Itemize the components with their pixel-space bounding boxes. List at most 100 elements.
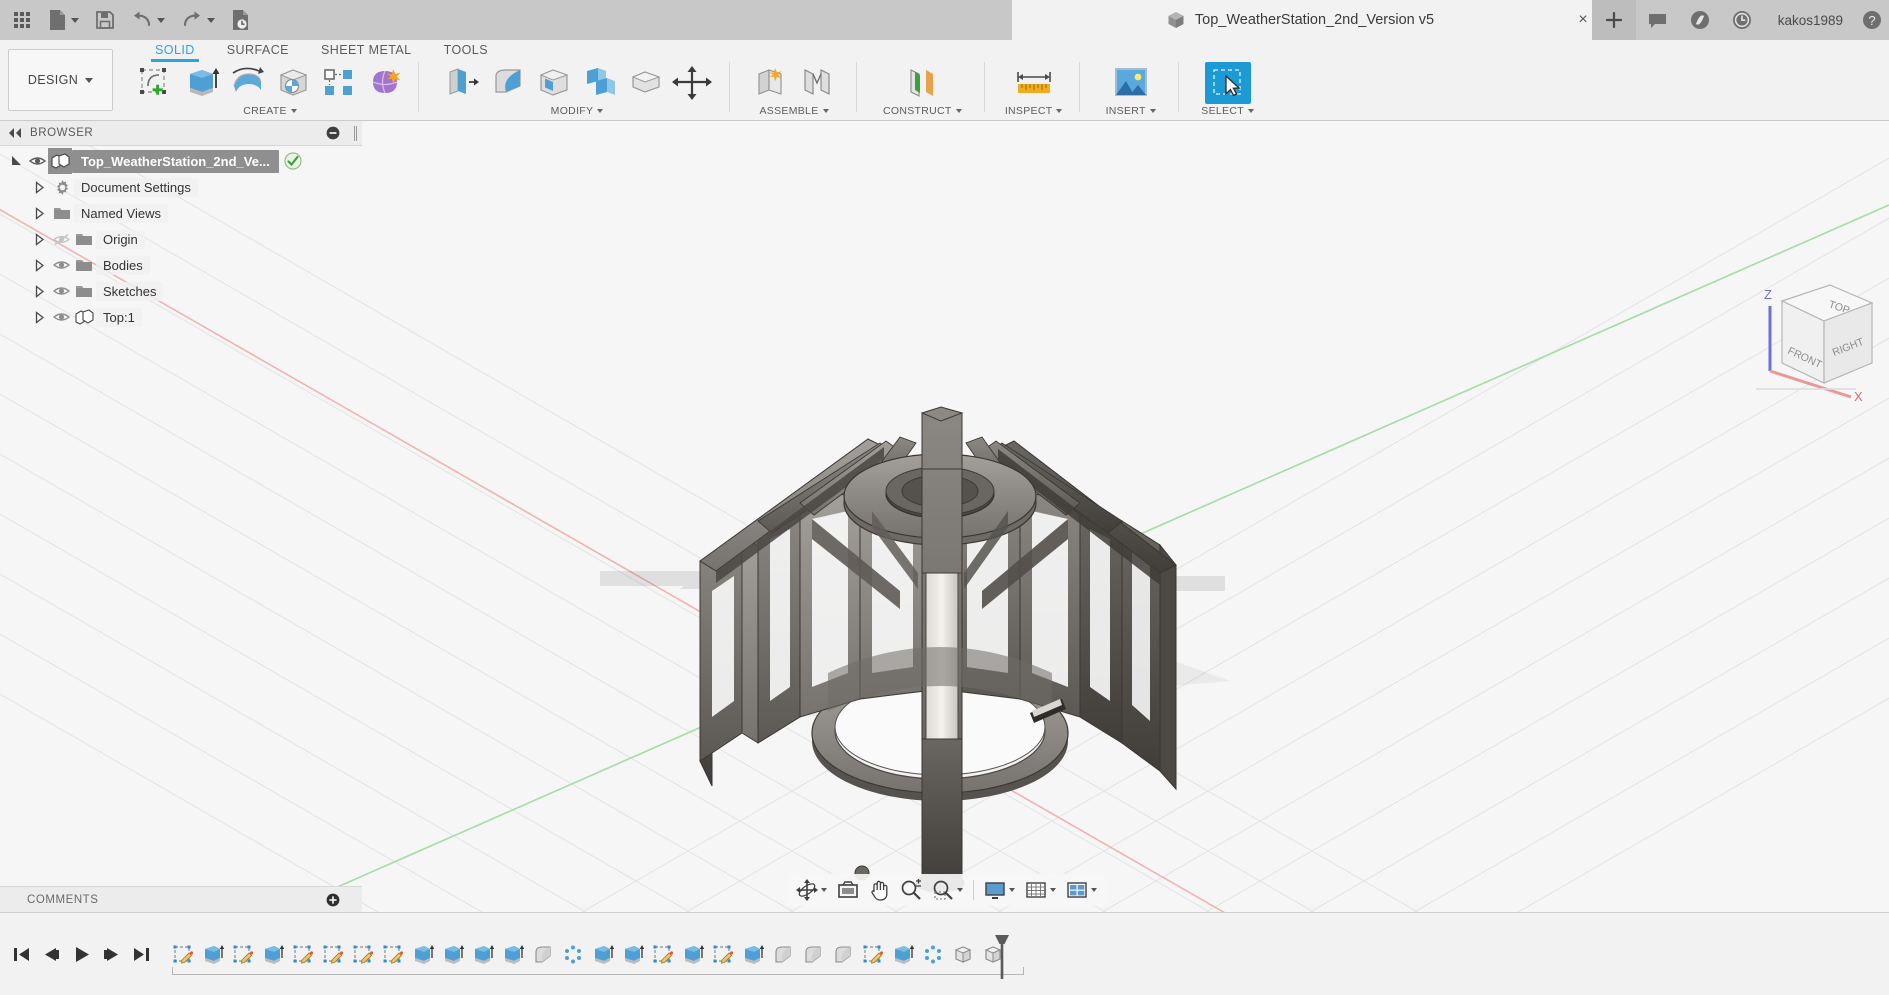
expand-arrow-icon[interactable]	[30, 252, 50, 278]
file-history-button[interactable]	[223, 0, 258, 40]
expand-arrow-icon[interactable]	[30, 304, 50, 330]
viewports-button[interactable]	[1061, 875, 1102, 905]
new-file-button[interactable]	[40, 0, 87, 40]
fit-button[interactable]	[927, 875, 968, 905]
modify-group-label[interactable]: MODIFY	[551, 105, 604, 117]
help-button[interactable]: ?	[1859, 0, 1885, 40]
timeline-feature-sketch[interactable]	[858, 938, 888, 972]
select-group-label[interactable]: SELECT	[1201, 105, 1254, 117]
grid-snaps-button[interactable]	[1020, 875, 1061, 905]
play-forward-button[interactable]	[66, 938, 96, 972]
new-tab-button[interactable]	[1592, 0, 1636, 40]
tree-node-document-settings[interactable]: Document Settings	[0, 174, 362, 200]
comments-panel[interactable]: COMMENTS	[0, 886, 362, 912]
timeline-feature-extrude[interactable]	[408, 938, 438, 972]
zoom-button[interactable]	[895, 875, 927, 905]
timeline-feature-pattern[interactable]	[918, 938, 948, 972]
orbit-button[interactable]	[791, 875, 832, 905]
press-pull-button[interactable]	[439, 62, 485, 104]
combine-button[interactable]	[577, 62, 623, 104]
timeline-feature-sketch[interactable]	[708, 938, 738, 972]
expand-arrow-icon[interactable]	[30, 200, 50, 226]
construct-group-label[interactable]: CONSTRUCT	[883, 105, 962, 117]
timeline-feature-sketch[interactable]	[378, 938, 408, 972]
expand-arrow-icon[interactable]	[30, 174, 50, 200]
fillet-button[interactable]	[485, 62, 531, 104]
workspace-switcher[interactable]: DESIGN	[8, 49, 113, 111]
timeline-feature-fillet[interactable]	[798, 938, 828, 972]
browser-minimize-button[interactable]	[326, 126, 340, 140]
visibility-toggle[interactable]	[26, 148, 48, 174]
timeline-feature-extrude[interactable]	[888, 938, 918, 972]
align-button[interactable]	[623, 62, 669, 104]
timeline-playhead[interactable]	[994, 933, 1010, 979]
timeline-feature-extrude[interactable]	[678, 938, 708, 972]
redo-button[interactable]	[173, 0, 223, 40]
go-to-end-button[interactable]	[126, 938, 156, 972]
inspect-group-label[interactable]: INSPECT	[1005, 105, 1063, 117]
tab-sheet-metal[interactable]: SHEET METAL	[305, 41, 428, 60]
timeline-feature-sketch[interactable]	[168, 938, 198, 972]
extensions-button[interactable]	[1680, 0, 1720, 40]
timeline-feature-sketch[interactable]	[648, 938, 678, 972]
revolve-button[interactable]	[224, 62, 270, 104]
timeline-feature-sketch[interactable]	[228, 938, 258, 972]
timeline-feature-fillet[interactable]	[768, 938, 798, 972]
move-copy-button[interactable]	[669, 62, 715, 104]
tree-node-named-views[interactable]: Named Views	[0, 200, 362, 226]
timeline-feature-pattern[interactable]	[558, 938, 588, 972]
create-group-label[interactable]: CREATE	[243, 105, 297, 117]
save-button[interactable]	[87, 0, 123, 40]
hole-button[interactable]	[270, 62, 316, 104]
shell-button[interactable]	[531, 62, 577, 104]
tab-tools[interactable]: TOOLS	[428, 41, 504, 60]
go-to-beginning-button[interactable]	[6, 938, 36, 972]
timeline-feature-fillet[interactable]	[828, 938, 858, 972]
timeline-feature-sketch[interactable]	[288, 938, 318, 972]
browser-collapse-button[interactable]	[4, 122, 26, 144]
tree-node-bodies[interactable]: Bodies	[0, 252, 362, 278]
timeline-feature-fillet[interactable]	[528, 938, 558, 972]
expand-arrow-icon[interactable]	[6, 148, 26, 174]
user-account-button[interactable]: kakos1989	[1764, 13, 1857, 28]
expand-arrow-icon[interactable]	[30, 226, 50, 252]
step-forward-button[interactable]	[96, 938, 126, 972]
visibility-toggle[interactable]	[50, 304, 72, 330]
timeline-feature-body[interactable]	[948, 938, 978, 972]
timeline-feature-extrude[interactable]	[588, 938, 618, 972]
timeline-feature-extrude[interactable]	[258, 938, 288, 972]
tree-node-top-1[interactable]: Top:1	[0, 304, 362, 330]
step-back-button[interactable]	[36, 938, 66, 972]
insert-image-button[interactable]	[1108, 62, 1154, 104]
tree-node-sketches[interactable]: Sketches	[0, 278, 362, 304]
timeline-feature-extrude[interactable]	[498, 938, 528, 972]
extrude-button[interactable]	[178, 62, 224, 104]
insert-group-label[interactable]: INSERT	[1106, 105, 1156, 117]
document-tab[interactable]: Top_WeatherStation_2nd_Version v5 ×	[1012, 0, 1604, 40]
timeline-feature-extrude[interactable]	[618, 938, 648, 972]
add-comment-button[interactable]	[326, 893, 340, 907]
tree-node-root[interactable]: Top_WeatherStation_2nd_Ve...	[0, 148, 362, 174]
view-cube[interactable]: Z X TOP FRONT RIGHT	[1756, 271, 1881, 406]
app-grid-button[interactable]	[4, 0, 40, 40]
visibility-toggle[interactable]	[50, 252, 72, 278]
rectangular-pattern-button[interactable]	[316, 62, 362, 104]
expand-arrow-icon[interactable]	[30, 278, 50, 304]
form-button[interactable]	[362, 62, 408, 104]
tab-surface[interactable]: SURFACE	[211, 41, 305, 60]
visibility-toggle[interactable]	[50, 278, 72, 304]
job-status-button[interactable]	[1722, 0, 1762, 40]
measure-button[interactable]	[1011, 62, 1057, 104]
comments-button[interactable]	[1638, 0, 1678, 40]
timeline-feature-sketch[interactable]	[348, 938, 378, 972]
timeline-feature-extrude[interactable]	[468, 938, 498, 972]
timeline-feature-sketch[interactable]	[318, 938, 348, 972]
browser-resize-grip[interactable]	[353, 126, 358, 141]
joint-button[interactable]	[794, 62, 840, 104]
timeline-feature-extrude[interactable]	[198, 938, 228, 972]
tree-node-origin[interactable]: Origin	[0, 226, 362, 252]
new-component-button[interactable]	[748, 62, 794, 104]
select-button[interactable]	[1205, 62, 1251, 104]
pan-button[interactable]	[864, 875, 895, 905]
undo-button[interactable]	[123, 0, 173, 40]
